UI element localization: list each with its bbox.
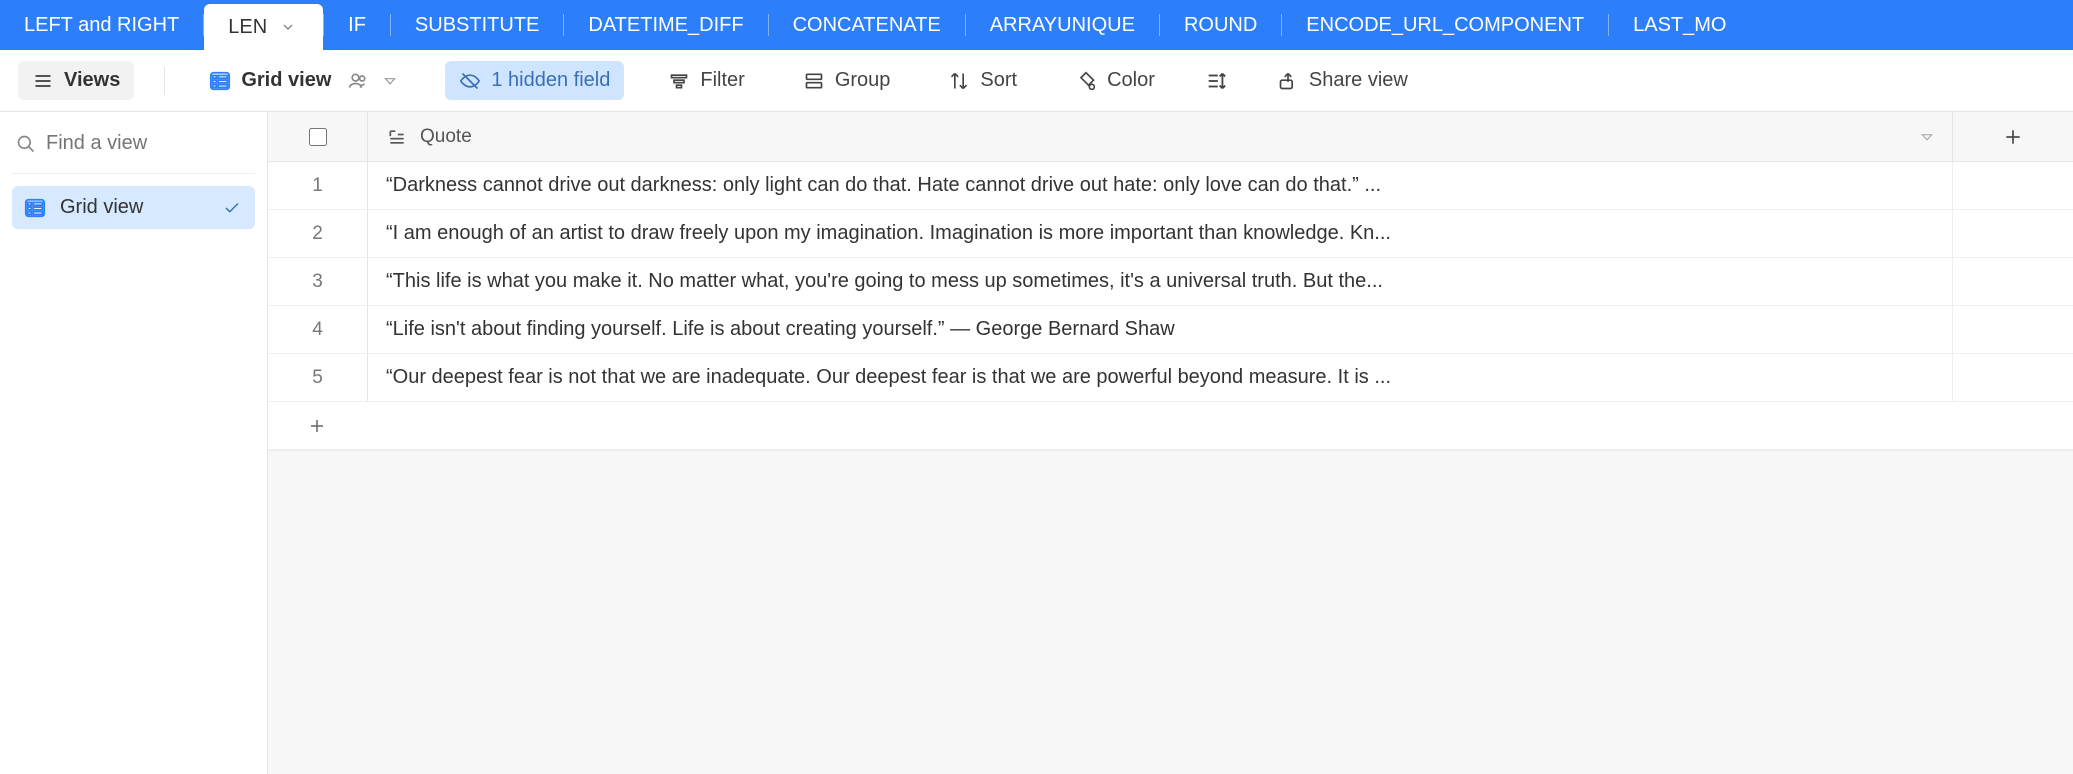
tab-arrayunique[interactable]: ARRAYUNIQUE <box>966 0 1159 50</box>
chevron-down-icon[interactable] <box>1916 126 1938 148</box>
grid-icon <box>24 197 46 219</box>
select-all-cell[interactable] <box>268 112 368 161</box>
filter-button[interactable]: Filter <box>654 61 758 100</box>
chevron-down-icon[interactable] <box>277 16 299 38</box>
grid-empty-area <box>268 450 2073 774</box>
tab-lastmo[interactable]: LAST_MO <box>1609 0 1750 50</box>
row-number[interactable]: 2 <box>268 210 368 257</box>
tab-concatenate[interactable]: CONCATENATE <box>769 0 965 50</box>
color-button[interactable]: Color <box>1061 61 1169 100</box>
share-icon <box>1277 70 1299 92</box>
select-all-checkbox[interactable] <box>309 128 327 146</box>
filter-icon <box>668 70 690 92</box>
sort-label: Sort <box>980 69 1017 92</box>
tab-datetimediff[interactable]: DATETIME_DIFF <box>564 0 767 50</box>
sidebar-view-label: Grid view <box>60 196 143 219</box>
hidden-fields-button[interactable]: 1 hidden field <box>445 61 624 100</box>
tab-if[interactable]: IF <box>324 0 390 50</box>
add-field-button[interactable] <box>1953 112 2073 161</box>
group-button[interactable]: Group <box>789 61 905 100</box>
group-label: Group <box>835 69 891 92</box>
tab-len[interactable]: LEN <box>204 4 323 50</box>
group-icon <box>803 70 825 92</box>
menu-icon <box>32 70 54 92</box>
table-row[interactable]: 5 “Our deepest fear is not that we are i… <box>268 354 2073 402</box>
row-number[interactable]: 3 <box>268 258 368 305</box>
plus-icon <box>2002 126 2024 148</box>
search-icon <box>16 133 36 155</box>
tab-substitute[interactable]: SUBSTITUTE <box>391 0 563 50</box>
add-row-button[interactable] <box>268 402 2073 450</box>
grid-view-button[interactable]: Grid view <box>195 61 415 100</box>
share-label: Share view <box>1309 69 1408 92</box>
main-area: Grid view Quote <box>0 112 2073 774</box>
data-grid: Quote 1 “Darkness cannot drive out darkn… <box>268 112 2073 774</box>
table-row[interactable]: 1 “Darkness cannot drive out darkness: o… <box>268 162 2073 210</box>
people-icon[interactable] <box>347 70 369 92</box>
grid-header-row: Quote <box>268 112 2073 162</box>
cell-empty <box>1953 306 2073 353</box>
find-view-search[interactable] <box>12 124 255 174</box>
sidebar-view-grid[interactable]: Grid view <box>12 186 255 229</box>
eye-off-icon <box>459 70 481 92</box>
plus-icon <box>306 415 328 437</box>
sort-icon <box>948 70 970 92</box>
views-toggle-button[interactable]: Views <box>18 61 134 100</box>
cell-empty <box>1953 210 2073 257</box>
toolbar-separator <box>164 67 165 95</box>
paint-icon <box>1075 70 1097 92</box>
color-label: Color <box>1107 69 1155 92</box>
row-number[interactable]: 4 <box>268 306 368 353</box>
table-tabs: LEFT and RIGHT LEN IF SUBSTITUTE DATETIM… <box>0 0 2073 50</box>
grid-view-label: Grid view <box>241 69 331 92</box>
cell-quote[interactable]: “I am enough of an artist to draw freely… <box>368 210 1953 257</box>
row-number[interactable]: 5 <box>268 354 368 401</box>
cell-empty <box>1953 354 2073 401</box>
cell-quote[interactable]: “Life isn't about finding yourself. Life… <box>368 306 1953 353</box>
view-toolbar: Views Grid view 1 hidden field Filter Gr… <box>0 50 2073 112</box>
share-view-button[interactable]: Share view <box>1263 61 1422 100</box>
views-sidebar: Grid view <box>0 112 268 774</box>
tab-encodeurl[interactable]: ENCODE_URL_COMPONENT <box>1282 0 1608 50</box>
tab-left-right[interactable]: LEFT and RIGHT <box>0 0 203 50</box>
row-height-icon <box>1205 70 1227 92</box>
table-row[interactable]: 3 “This life is what you make it. No mat… <box>268 258 2073 306</box>
sort-button[interactable]: Sort <box>934 61 1031 100</box>
column-header-label: Quote <box>420 126 472 148</box>
row-height-button[interactable] <box>1199 62 1233 100</box>
cell-quote[interactable]: “Our deepest fear is not that we are ina… <box>368 354 1953 401</box>
hidden-fields-label: 1 hidden field <box>491 69 610 92</box>
column-header-quote[interactable]: Quote <box>368 112 1953 161</box>
cell-empty <box>1953 258 2073 305</box>
grid-icon <box>209 70 231 92</box>
check-icon <box>221 197 243 219</box>
table-row[interactable]: 2 “I am enough of an artist to draw free… <box>268 210 2073 258</box>
cell-quote[interactable]: “This life is what you make it. No matte… <box>368 258 1953 305</box>
table-row[interactable]: 4 “Life isn't about finding yourself. Li… <box>268 306 2073 354</box>
find-view-input[interactable] <box>46 132 251 155</box>
filter-label: Filter <box>700 69 744 92</box>
long-text-icon <box>386 126 408 148</box>
tab-round[interactable]: ROUND <box>1160 0 1281 50</box>
views-label: Views <box>64 69 120 92</box>
row-number[interactable]: 1 <box>268 162 368 209</box>
chevron-down-icon[interactable] <box>379 70 401 92</box>
cell-quote[interactable]: “Darkness cannot drive out darkness: onl… <box>368 162 1953 209</box>
cell-empty <box>1953 162 2073 209</box>
